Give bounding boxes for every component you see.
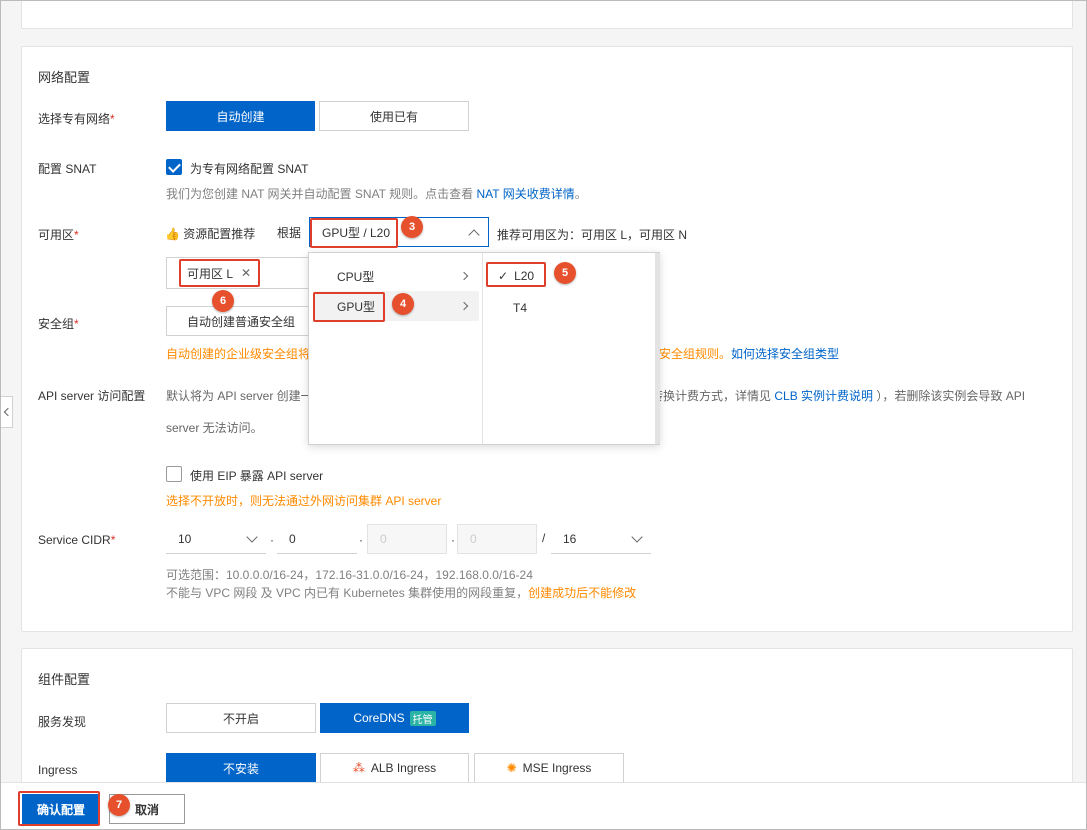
section-title: 网络配置 [38,70,91,85]
alb-icon: ⁂ [352,761,365,775]
chevron-left-icon [3,407,13,417]
zone-recommend-text: 推荐可用区为：可用区 L，可用区 N [497,228,688,242]
close-icon[interactable]: ✕ [241,266,251,280]
cidr-dot: · [270,533,274,547]
chevron-down-icon [246,531,258,543]
zone-tag: 可用区 L ✕ [187,266,252,281]
step-badge-7: 7 [108,794,130,816]
confirm-button[interactable]: 确认配置 [22,794,100,824]
step-badge-4: 4 [392,293,414,315]
security-group-warning-tail: 安全组规则。如何选择安全组类型 [659,347,840,361]
resource-recommend: 👍 资源配置推荐 [165,227,256,241]
cidr-dot: · [451,533,455,547]
step-badge-3: 3 [401,216,423,238]
chevron-up-icon [468,229,480,241]
dropdown-option-cpu[interactable]: CPU型 [313,261,479,291]
cidr-range-hint: 可选范围：10.0.0.0/16-24，172.16-31.0.0/16-24，… [166,568,533,582]
cidr-octet-3-input: 0 [367,524,447,554]
previous-section-card [21,1,1073,29]
service-off-button[interactable]: 不开启 [166,703,316,733]
section-title: 组件配置 [38,672,91,687]
clb-pricing-link[interactable]: CLB 实例计费说明 [774,389,873,403]
api-server-hint-right: 转换计费方式，详情见 CLB 实例计费说明 ），若删除该实例会导致 API [651,389,1026,403]
vpc-label: 选择专有网络* [38,112,115,126]
zone-label: 可用区* [38,228,79,242]
cidr-octet-2-input[interactable]: 0 [277,524,357,554]
ingress-mse-button[interactable]: ✺ MSE Ingress [474,753,624,783]
security-group-label: 安全组* [38,317,79,331]
zone-basis-select[interactable]: GPU型 / L20 [309,217,489,247]
zone-basis-label: 根据 [277,226,302,240]
service-discovery-label: 服务发现 [38,715,87,729]
eip-checkbox-label: 使用 EIP 暴露 API server [190,469,324,483]
security-group-type-link[interactable]: 如何选择安全组类型 [731,347,839,361]
zone-basis-dropdown: CPU型 GPU型 ✓ L20 T4 [308,252,660,445]
api-server-hint-line2: server 无法访问。 [166,421,263,435]
chevron-right-icon [459,271,469,281]
dropdown-scrollbar[interactable] [655,253,660,444]
eip-warning: 选择不开放时，则无法通过外网访问集群 API server [166,494,442,508]
cidr-octet-1-select[interactable]: 10 [166,524,266,554]
ingress-alb-button[interactable]: ⁂ ALB Ingress [320,753,469,783]
cidr-mask-select[interactable]: 16 [551,524,651,554]
service-cidr-label: Service CIDR* [38,533,116,547]
mse-icon: ✺ [506,761,517,775]
chevron-down-icon [631,531,643,543]
dropdown-option-t4[interactable]: T4 [488,293,648,323]
security-group-warning: 自动创建的企业级安全组将 [166,347,311,361]
snat-checkbox[interactable] [166,159,182,175]
ingress-none-button[interactable]: 不安装 [166,753,316,783]
ingress-label: Ingress [38,763,78,777]
cidr-note: 不能与 VPC 网段 及 VPC 内已有 Kubernetes 集群使用的网段重… [166,586,637,600]
page-frame: 网络配置 选择专有网络* 自动创建 使用已有 配置 SNAT 为专有网络配置 S… [0,0,1087,830]
check-icon: ✓ [498,269,509,283]
cidr-octet-4-input: 0 [457,524,537,554]
chevron-right-icon [459,301,469,311]
step-badge-5: 5 [554,262,576,284]
cidr-dot: · [359,533,363,547]
type-column: CPU型 GPU型 [309,253,483,444]
snat-label: 配置 SNAT [38,162,97,176]
snat-hint: 我们为您创建 NAT 网关并自动配置 SNAT 规则。点击查看 NAT 网关收费… [166,187,587,201]
side-collapse-handle[interactable] [1,396,13,428]
api-server-label: API server 访问配置 [38,389,146,403]
api-server-hint: 默认将为 API server 创建一 [166,389,313,403]
managed-badge: 托管 [409,710,436,726]
security-group-button[interactable]: 自动创建普通安全组 [166,306,316,336]
vpc-auto-create-button[interactable]: 自动创建 [166,101,315,131]
cidr-slash: / [542,531,546,545]
step-badge-6: 6 [212,290,234,312]
nat-pricing-link[interactable]: NAT 网关收费详情 [476,187,574,201]
vpc-use-existing-button[interactable]: 使用已有 [319,101,469,131]
thumbs-up-icon: 👍 [165,227,180,241]
eip-checkbox[interactable] [166,466,182,482]
snat-checkbox-label: 为专有网络配置 SNAT [190,162,309,176]
service-coredns-button[interactable]: CoreDNS 托管 [320,703,469,733]
